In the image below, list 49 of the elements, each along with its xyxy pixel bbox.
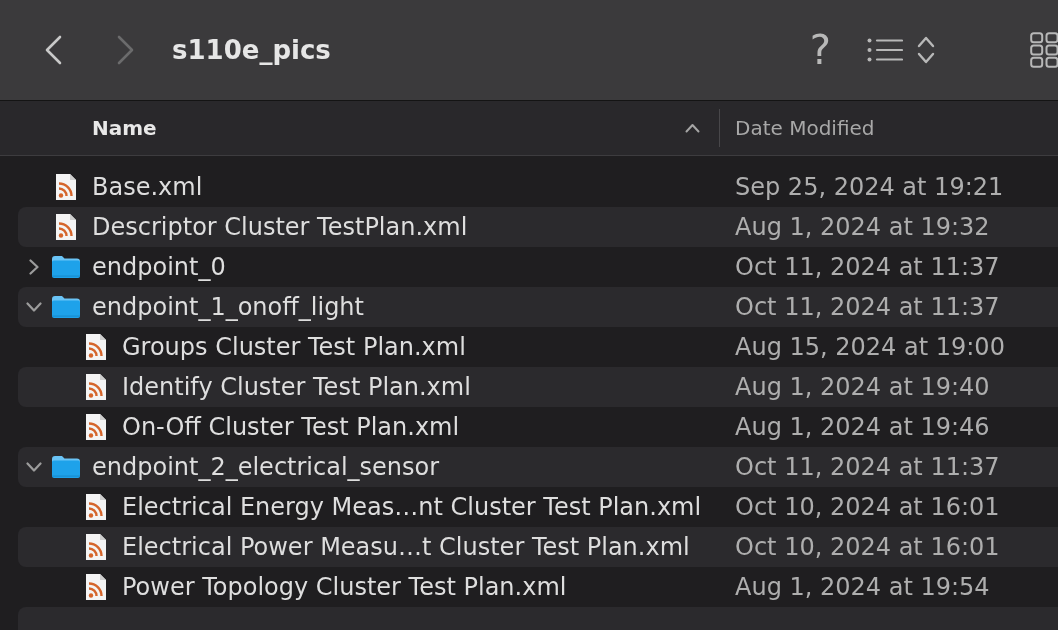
date-modified: Aug 1, 2024 at 19:32 <box>735 212 990 243</box>
xml-file-icon <box>85 413 107 441</box>
file-name[interactable]: Electrical Power Measu…t Cluster Test Plan.xml <box>122 529 690 565</box>
date-modified: Aug 15, 2024 at 19:00 <box>735 332 1005 363</box>
chevron-left-icon <box>45 35 62 65</box>
folder-name[interactable]: endpoint_1_onoff_light <box>92 289 364 325</box>
folder-icon <box>52 456 80 478</box>
date-modified: Sep 25, 2024 at 19:21 <box>735 172 1004 203</box>
file-name[interactable]: On-Off Cluster Test Plan.xml <box>122 409 460 445</box>
date-modified: Oct 11, 2024 at 11:37 <box>735 252 1000 283</box>
grid-view-button[interactable] <box>1030 32 1058 68</box>
folder-title: s110e_pics <box>172 33 331 67</box>
date-column-header[interactable]: Date Modified <box>719 109 875 147</box>
file-name[interactable]: Groups Cluster Test Plan.xml <box>122 329 466 365</box>
date-modified: Aug 1, 2024 at 19:40 <box>735 372 990 403</box>
date-modified: Aug 1, 2024 at 19:46 <box>735 412 990 443</box>
chevron-right-icon <box>117 35 134 65</box>
view-options-button[interactable] <box>867 36 935 64</box>
xml-file-icon <box>85 373 107 401</box>
chevron-down-icon[interactable] <box>26 302 42 312</box>
file-name[interactable]: Base.xml <box>92 169 203 205</box>
folder-icon <box>52 256 80 278</box>
help-button[interactable]: ? <box>809 30 831 70</box>
up-down-chevron-icon <box>917 36 935 64</box>
file-name[interactable]: Power Topology Cluster Test Plan.xml <box>122 569 567 605</box>
file-name[interactable]: Electrical Energy Meas…nt Cluster Test Plan.xml <box>122 489 702 525</box>
date-modified: Oct 10, 2024 at 16:01 <box>735 492 1000 523</box>
back-button[interactable] <box>45 35 62 65</box>
file-name[interactable]: Descriptor Cluster TestPlan.xml <box>92 209 468 245</box>
xml-file-icon <box>55 173 77 201</box>
date-modified: Aug 1, 2024 at 19:54 <box>735 572 990 603</box>
xml-file-icon <box>55 213 77 241</box>
date-modified: Oct 11, 2024 at 11:37 <box>735 292 1000 323</box>
chevron-down-icon[interactable] <box>26 462 42 472</box>
xml-file-icon <box>85 533 107 561</box>
xml-file-icon <box>85 493 107 521</box>
list-icon <box>867 38 903 62</box>
folder-name[interactable]: endpoint_0 <box>92 249 226 285</box>
xml-file-icon <box>85 333 107 361</box>
xml-file-icon <box>85 573 107 601</box>
folder-icon <box>52 296 80 318</box>
grid-icon <box>1030 32 1058 68</box>
date-modified: Oct 11, 2024 at 11:37 <box>735 452 1000 483</box>
file-name[interactable]: Identify Cluster Test Plan.xml <box>122 369 471 405</box>
folder-name[interactable]: endpoint_2_electrical_sensor <box>92 449 440 485</box>
sort-caret-icon[interactable] <box>685 123 700 133</box>
chevron-right-icon[interactable] <box>29 259 39 275</box>
date-modified: Oct 10, 2024 at 16:01 <box>735 532 1000 563</box>
name-column-header[interactable]: Name <box>92 113 157 143</box>
